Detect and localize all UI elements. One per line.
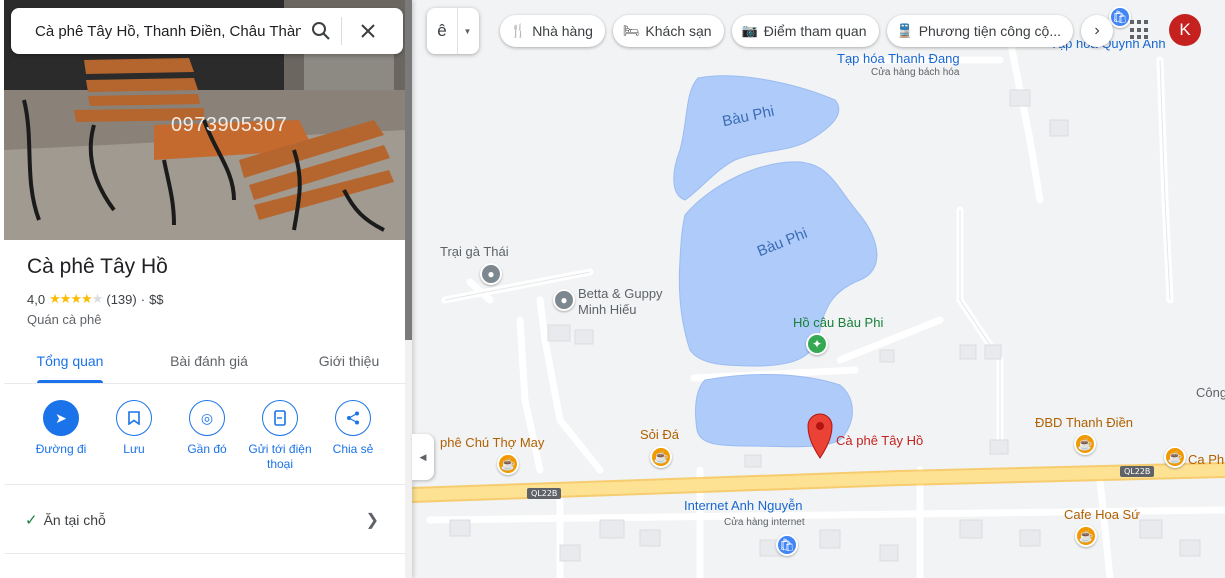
place-pin-icon[interactable]: ● [553, 289, 575, 311]
place-pin-icon[interactable]: ● [480, 263, 502, 285]
poi-sublabel: Cửa hàng internet [724, 517, 805, 528]
caret-left-icon: ◀ [419, 451, 427, 462]
send-to-phone-icon [262, 400, 298, 436]
layer-label[interactable]: ê [427, 21, 457, 41]
category-chips: 🍴 Nhà hàng 🛏 Khách sạn 📷 Điểm tham quan … [500, 15, 1113, 47]
chevron-right-icon: ❯ [365, 511, 379, 529]
chip-transit[interactable]: 🚆 Phương tiện công cộ... [886, 15, 1073, 47]
nearby-button[interactable]: ◎ Gần đó [171, 400, 243, 457]
poi-label-betta-guppy[interactable]: Betta & Guppy [578, 286, 663, 301]
selected-place-marker[interactable] [807, 413, 833, 459]
restaurant-icon: 🍴 [510, 23, 527, 38]
nearby-icon: ◎ [189, 400, 225, 436]
directions-button[interactable]: ➤ Đường đi [25, 400, 97, 457]
poi-label-betta-guppy-line2[interactable]: Minh Hiếu [578, 302, 637, 317]
rating-row: 4,0 ★★★★★ (139) · $$ [27, 291, 164, 307]
action-buttons: ➤ Đường đi Lưu ◎ Gần đó Gửi tới điện tho… [4, 385, 405, 485]
shopping-bag-icon[interactable]: 🛍 [776, 534, 798, 556]
scrollbar-track[interactable] [405, 340, 412, 578]
coffee-cup-icon[interactable]: ☕ [497, 453, 519, 475]
chip-hotels[interactable]: 🛏 Khách sạn [612, 15, 724, 47]
place-tabs: Tổng quan Bài đánh giá Giới thiệu [4, 338, 405, 384]
bookmark-icon [116, 400, 152, 436]
poi-label-cafe-hoa-su[interactable]: Cafe Hoa Sứ [1064, 507, 1140, 522]
user-avatar[interactable]: K [1169, 14, 1201, 46]
place-details-panel: 0973905307 Cà phê Tây Hồ 4,0 ★★★★★ (139)… [0, 0, 412, 578]
tab-overview[interactable]: Tổng quan [32, 338, 108, 384]
chip-label: Phương tiện công cộ... [918, 23, 1061, 39]
coffee-cup-icon[interactable]: ☕ [1074, 433, 1096, 455]
poi-label-ho-cau-bau-phi[interactable]: Hồ câu Bàu Phi [793, 315, 883, 330]
price-level: $$ [149, 291, 164, 307]
road-shield: QL22B [1120, 466, 1155, 477]
place-title: Cà phê Tây Hồ [27, 255, 168, 278]
poi-label-trai-ga-thai[interactable]: Trại gà Thái [440, 244, 509, 259]
dine-in-label: Ăn tại chỗ [43, 511, 106, 528]
rating-value: 4,0 [27, 291, 46, 307]
chips-next-button[interactable]: › [1081, 15, 1113, 47]
road-shield: QL22B [527, 488, 562, 499]
dine-in-row[interactable]: ✓ Ăn tại chỗ ❯ [4, 486, 405, 554]
share-button[interactable]: Chia sẻ [317, 400, 389, 457]
poi-label-ca-phe-tay-ho[interactable]: Cà phê Tây Hồ [836, 433, 923, 448]
tab-reviews[interactable]: Bài đánh giá [164, 338, 254, 384]
rating-stars: ★★★★★ [49, 291, 103, 306]
coffee-cup-icon[interactable]: ☕ [1164, 446, 1186, 468]
poi-label-cong[interactable]: Công [1196, 385, 1225, 400]
coffee-cup-icon[interactable]: ☕ [650, 446, 672, 468]
chip-attractions[interactable]: 📷 Điểm tham quan [731, 15, 879, 47]
share-icon [335, 400, 371, 436]
transit-icon: 🚆 [896, 23, 913, 38]
fishing-icon[interactable]: ✦ [806, 333, 828, 355]
search-box [11, 8, 403, 54]
collapse-panel-button[interactable]: ◀ [412, 434, 434, 480]
poi-sublabel: Cửa hàng bách hóa [871, 67, 960, 78]
poi-label-ca-ph[interactable]: Ca Ph [1188, 452, 1224, 467]
poi-label-dbd-thanh-dien[interactable]: ĐBD Thanh Điền [1035, 415, 1133, 430]
map-layer-button[interactable]: ê ▼ [427, 8, 479, 54]
scrollbar-thumb[interactable] [405, 0, 412, 340]
action-label: Lưu [123, 442, 145, 456]
action-label: Đường đi [35, 442, 87, 456]
action-label: Gần đó [187, 442, 227, 456]
camera-icon: 📷 [741, 23, 758, 38]
poi-label-tap-hoa-thanh-dang[interactable]: Tạp hóa Thanh Đang [837, 51, 960, 66]
coffee-cup-icon[interactable]: ☕ [1075, 525, 1097, 547]
action-label: Gửi tới điện thoại [248, 442, 312, 471]
chip-label: Khách sạn [645, 23, 712, 39]
search-input[interactable] [11, 22, 301, 40]
chevron-right-icon: › [1094, 22, 1100, 39]
photo-watermark: 0973905307 [171, 114, 288, 136]
caret-down-icon[interactable]: ▼ [457, 8, 477, 54]
review-count[interactable]: (139) [106, 292, 136, 307]
search-icon[interactable] [301, 8, 341, 54]
chip-restaurants[interactable]: 🍴 Nhà hàng [500, 15, 605, 47]
close-icon[interactable] [342, 8, 394, 54]
active-tab-indicator [37, 380, 103, 383]
directions-icon: ➤ [43, 400, 79, 436]
separator: · [140, 291, 146, 307]
place-category[interactable]: Quán cà phê [27, 312, 101, 327]
poi-label-internet-anh-nguyen[interactable]: Internet Anh Nguyễn [684, 498, 803, 513]
apps-grid-icon[interactable] [1130, 20, 1150, 40]
poi-label-ca-phe-chu-tho-may[interactable]: phê Chú Thợ May [440, 435, 544, 450]
poi-label-soi-da[interactable]: Sỏi Đá [640, 427, 679, 442]
checkmark-icon: ✓ [25, 511, 38, 529]
tab-about[interactable]: Giới thiệu [309, 338, 389, 384]
save-button[interactable]: Lưu [98, 400, 170, 457]
send-to-phone-button[interactable]: Gửi tới điện thoại [244, 400, 316, 472]
hotel-icon: 🛏 [622, 23, 640, 38]
chip-label: Điểm tham quan [763, 23, 867, 39]
chip-label: Nhà hàng [532, 23, 593, 39]
action-label: Chia sẻ [332, 442, 374, 456]
